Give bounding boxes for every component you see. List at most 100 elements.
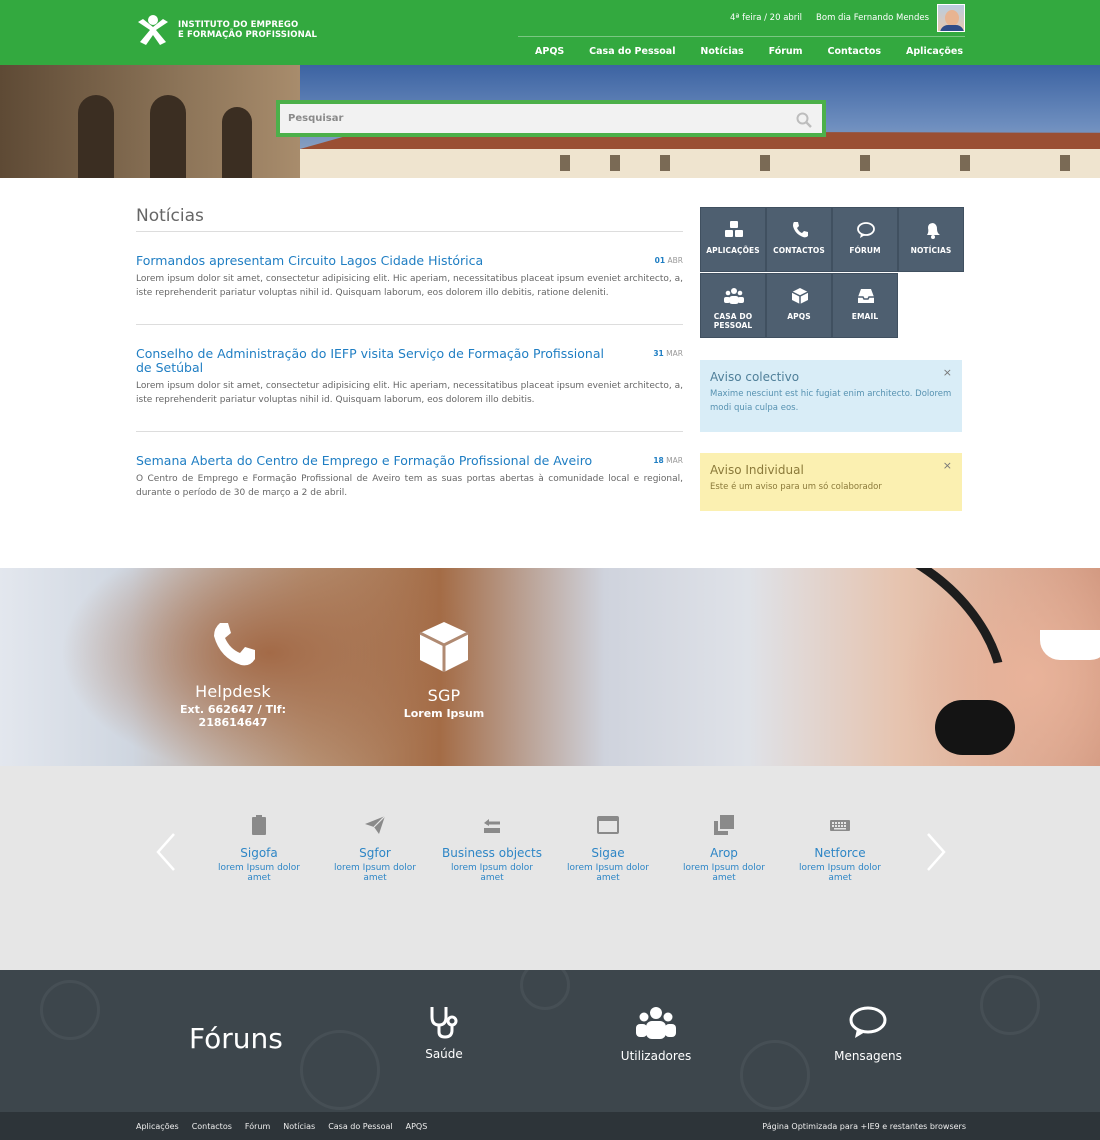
quick-links-grid: APLICAÇÕES CONTACTOS FÓRUM NOTÍCIAS CASA…	[700, 207, 965, 338]
forum-label: Mensagens	[834, 1049, 902, 1063]
news-excerpt: Lorem ipsum dolor sit amet, consectetur …	[136, 381, 683, 405]
browser-note: Página Optimizada para +IE9 e restantes …	[762, 1122, 966, 1131]
forum-utilizadores[interactable]: Utilizadores	[596, 1005, 716, 1063]
app-sgfor[interactable]: Sgfor lorem Ipsum dolor amet	[325, 814, 425, 883]
app-desc: lorem Ipsum dolor amet	[334, 863, 416, 883]
nav-aplicacoes[interactable]: Aplicações	[906, 46, 963, 57]
footer-link-apqs[interactable]: APQS	[406, 1122, 428, 1131]
phone-icon	[793, 222, 808, 238]
app-sigofa[interactable]: Sigofa lorem Ipsum dolor amet	[209, 814, 309, 883]
apps-carousel: Sigofa lorem Ipsum dolor amet Sgfor lore…	[0, 766, 1100, 970]
news-item: Formandos apresentam Circuito Lagos Cida…	[136, 254, 683, 300]
close-icon[interactable]: ×	[943, 366, 952, 379]
copy-icon	[714, 815, 734, 835]
cube-icon	[791, 288, 809, 304]
app-business-objects[interactable]: Business objects lorem Ipsum dolor amet	[442, 814, 542, 883]
exchange-icon	[484, 819, 500, 833]
app-desc: lorem Ipsum dolor amet	[683, 863, 765, 883]
news-title-link[interactable]: Conselho de Administração do IEFP visita…	[136, 347, 616, 375]
building-image	[0, 65, 300, 178]
tile-contactos[interactable]: CONTACTOS	[766, 207, 832, 272]
forums-section: Fóruns Saúde Utilizadores Mensagens	[0, 970, 1100, 1112]
app-desc: lorem Ipsum dolor amet	[451, 863, 533, 883]
news-date: 18 MAR	[653, 456, 683, 465]
news-title-link[interactable]: Formandos apresentam Circuito Lagos Cida…	[136, 254, 616, 268]
footer-links: Aplicações Contactos Fórum Notícias Casa…	[136, 1122, 427, 1131]
app-name: Sigae	[591, 846, 625, 860]
sgp-link[interactable]: SGP Lorem Ipsum	[384, 620, 504, 720]
footer-link-casa-do-pessoal[interactable]: Casa do Pessoal	[328, 1122, 392, 1131]
nav-forum[interactable]: Fórum	[769, 46, 803, 57]
app-name: Arop	[710, 846, 738, 860]
phone-icon	[214, 623, 255, 666]
forums-title: Fóruns	[189, 1022, 283, 1055]
app-name: Business objects	[442, 846, 542, 860]
news-date: 01 ABR	[654, 256, 683, 265]
news-item: Semana Aberta do Centro de Emprego e For…	[136, 454, 683, 500]
news-date: 31 MAR	[653, 349, 683, 358]
app-desc: lorem Ipsum dolor amet	[567, 863, 649, 883]
keyboard-icon	[830, 820, 850, 831]
headset-microphone	[935, 700, 1015, 755]
tile-casa-do-pessoal[interactable]: CASA DO PESSOAL	[700, 273, 766, 338]
tile-noticias[interactable]: NOTÍCIAS	[898, 207, 964, 272]
nav-casa-do-pessoal[interactable]: Casa do Pessoal	[589, 46, 675, 57]
news-item: Conselho de Administração do IEFP visita…	[136, 347, 683, 407]
iefp-logo-icon	[138, 15, 168, 45]
forum-label: Utilizadores	[620, 1049, 692, 1063]
chat-icon	[857, 222, 875, 238]
forum-saude[interactable]: Saúde	[384, 1005, 504, 1061]
tile-label: EMAIL	[851, 312, 879, 321]
footer-link-aplicacoes[interactable]: Aplicações	[136, 1122, 179, 1131]
main-nav: APQS Casa do Pessoal Notícias Fórum Cont…	[518, 36, 965, 65]
footer-link-noticias[interactable]: Notícias	[283, 1122, 315, 1131]
forum-mensagens[interactable]: Mensagens	[808, 1005, 928, 1063]
app-name: Sgfor	[359, 846, 391, 860]
app-sigae[interactable]: Sigae lorem Ipsum dolor amet	[558, 814, 658, 883]
helpdesk-link[interactable]: Helpdesk Ext. 662647 / Tlf: 218614647	[148, 620, 318, 729]
tile-forum[interactable]: FÓRUM	[832, 207, 898, 272]
app-desc: lorem Ipsum dolor amet	[799, 863, 881, 883]
search-icon[interactable]	[796, 112, 812, 128]
logo-text: INSTITUTO DO EMPREGO E FORMAÇÃO PROFISSI…	[178, 20, 317, 40]
chevron-right-icon[interactable]	[924, 832, 948, 872]
clipboard-icon	[252, 815, 266, 835]
users-icon	[636, 1007, 676, 1039]
news-title-link[interactable]: Semana Aberta do Centro de Emprego e For…	[136, 454, 616, 468]
tile-aplicacoes[interactable]: APLICAÇÕES	[700, 207, 766, 272]
chat-icon	[849, 1006, 887, 1038]
chevron-left-icon[interactable]	[154, 832, 178, 872]
notice-body: Este é um aviso para um só colaborador	[710, 482, 882, 492]
notice-title: Aviso Individual	[710, 463, 804, 477]
logo-line-1: INSTITUTO DO EMPREGO	[178, 20, 299, 30]
app-arop[interactable]: Arop lorem Ipsum dolor amet	[674, 814, 774, 883]
app-netforce[interactable]: Netforce lorem Ipsum dolor amet	[790, 814, 890, 883]
nav-noticias[interactable]: Notícias	[700, 46, 743, 57]
app-name: Sigofa	[240, 846, 278, 860]
app-name: Netforce	[814, 846, 866, 860]
news-section-title: Notícias	[136, 206, 204, 226]
tile-apqs[interactable]: APQS	[766, 273, 832, 338]
nav-contactos[interactable]: Contactos	[828, 46, 882, 57]
tile-email[interactable]: EMAIL	[832, 273, 898, 338]
search-input[interactable]: Pesquisar	[276, 100, 826, 137]
search-placeholder: Pesquisar	[288, 113, 344, 124]
users-icon	[724, 288, 744, 304]
notice-title: Aviso colectivo	[710, 370, 800, 384]
footer-link-forum[interactable]: Fórum	[245, 1122, 270, 1131]
user-info: 4ª feira / 20 abril Bom dia Fernando Men…	[730, 4, 965, 32]
smile-image	[1040, 630, 1100, 660]
greeting: Bom dia Fernando Mendes	[816, 13, 929, 23]
cubes-icon	[725, 221, 743, 237]
tile-label: CASA DO PESSOAL	[713, 312, 753, 330]
iefp-logo[interactable]: INSTITUTO DO EMPREGO E FORMAÇÃO PROFISSI…	[136, 14, 317, 46]
close-icon[interactable]: ×	[943, 459, 952, 472]
news-excerpt: O Centro de Emprego e Formação Profissio…	[136, 474, 683, 498]
footer-link-contactos[interactable]: Contactos	[192, 1122, 232, 1131]
avatar[interactable]	[937, 4, 965, 32]
helpdesk-phone: Ext. 662647 / Tlf: 218614647	[180, 703, 286, 729]
logo-line-2: E FORMAÇÃO PROFISSIONAL	[178, 30, 318, 40]
tile-label: APLICAÇÕES	[706, 246, 760, 255]
nav-apqs[interactable]: APQS	[535, 46, 564, 57]
notice-individual: Aviso Individual Este é um aviso para um…	[700, 453, 962, 511]
